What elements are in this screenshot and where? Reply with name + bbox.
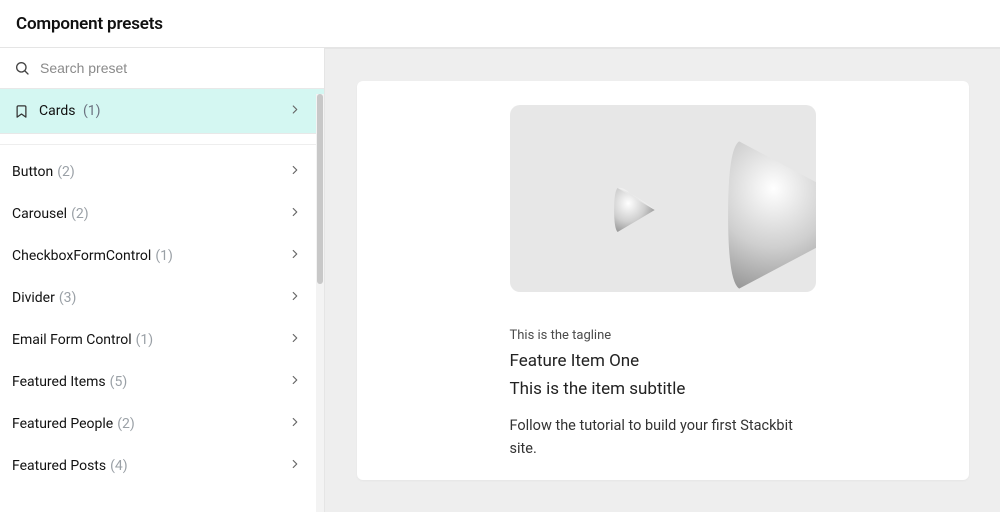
- sidebar-item-label: Button: [12, 164, 53, 180]
- sidebar-item-cards[interactable]: Cards (1): [0, 88, 324, 134]
- search-input[interactable]: [40, 60, 310, 76]
- sidebar-list: Button (2) Carousel (2) CheckboxFormCont…: [0, 144, 324, 487]
- sidebar-item-featured-people[interactable]: Featured People (2): [0, 403, 324, 445]
- sidebar-item-featured-posts[interactable]: Featured Posts (4): [0, 445, 324, 487]
- chevron-right-icon: [288, 205, 302, 223]
- chevron-right-icon: [288, 247, 302, 265]
- play-icon: [706, 123, 816, 292]
- preview-title: Feature Item One: [510, 351, 816, 371]
- sidebar-item-label: Featured Posts: [12, 458, 106, 474]
- sidebar-item-label: Featured People: [12, 416, 113, 432]
- bookmark-icon: [14, 104, 29, 119]
- sidebar: Cards (1) Button (2) Carousel (2) Checkb…: [0, 48, 325, 512]
- search-icon: [14, 60, 30, 76]
- preview-tagline: This is the tagline: [510, 328, 816, 343]
- chevron-right-icon: [288, 289, 302, 307]
- play-icon: [606, 181, 664, 239]
- page-title: Component presets: [16, 14, 984, 34]
- chevron-right-icon: [288, 373, 302, 391]
- chevron-right-icon: [288, 331, 302, 349]
- search-row[interactable]: [0, 48, 324, 88]
- chevron-right-icon: [288, 457, 302, 475]
- sidebar-item-label: Cards (1): [39, 103, 310, 119]
- sidebar-item-label: Carousel: [12, 206, 67, 222]
- sidebar-item-checkboxformcontrol[interactable]: CheckboxFormControl (1): [0, 235, 324, 277]
- preview-subtitle: This is the item subtitle: [510, 379, 816, 399]
- sidebar-item-label: Divider: [12, 290, 55, 306]
- scrollbar-thumb[interactable]: [317, 94, 323, 284]
- page-header: Component presets: [0, 0, 1000, 48]
- chevron-right-icon: [288, 163, 302, 181]
- sidebar-item-carousel[interactable]: Carousel (2): [0, 193, 324, 235]
- sidebar-item-divider[interactable]: Divider (3): [0, 277, 324, 319]
- chevron-right-icon: [288, 415, 302, 433]
- sidebar-item-label: Email Form Control: [12, 332, 132, 348]
- preset-preview-card: This is the tagline Feature Item One Thi…: [357, 81, 969, 480]
- preview-thumbnail: [510, 105, 816, 292]
- preview-text: This is the tagline Feature Item One Thi…: [510, 328, 816, 460]
- sidebar-item-email-form-control[interactable]: Email Form Control (1): [0, 319, 324, 361]
- sidebar-scrollbar[interactable]: [316, 94, 324, 512]
- sidebar-item-label: Featured Items: [12, 374, 106, 390]
- sidebar-item-featured-items[interactable]: Featured Items (5): [0, 361, 324, 403]
- chevron-right-icon: [288, 102, 302, 121]
- preview-description: Follow the tutorial to build your first …: [510, 415, 816, 460]
- main-area: Cards (1) Button (2) Carousel (2) Checkb…: [0, 48, 1000, 512]
- preview-panel: This is the tagline Feature Item One Thi…: [325, 48, 1000, 512]
- sidebar-item-label: CheckboxFormControl: [12, 248, 151, 264]
- sidebar-item-button[interactable]: Button (2): [0, 151, 324, 193]
